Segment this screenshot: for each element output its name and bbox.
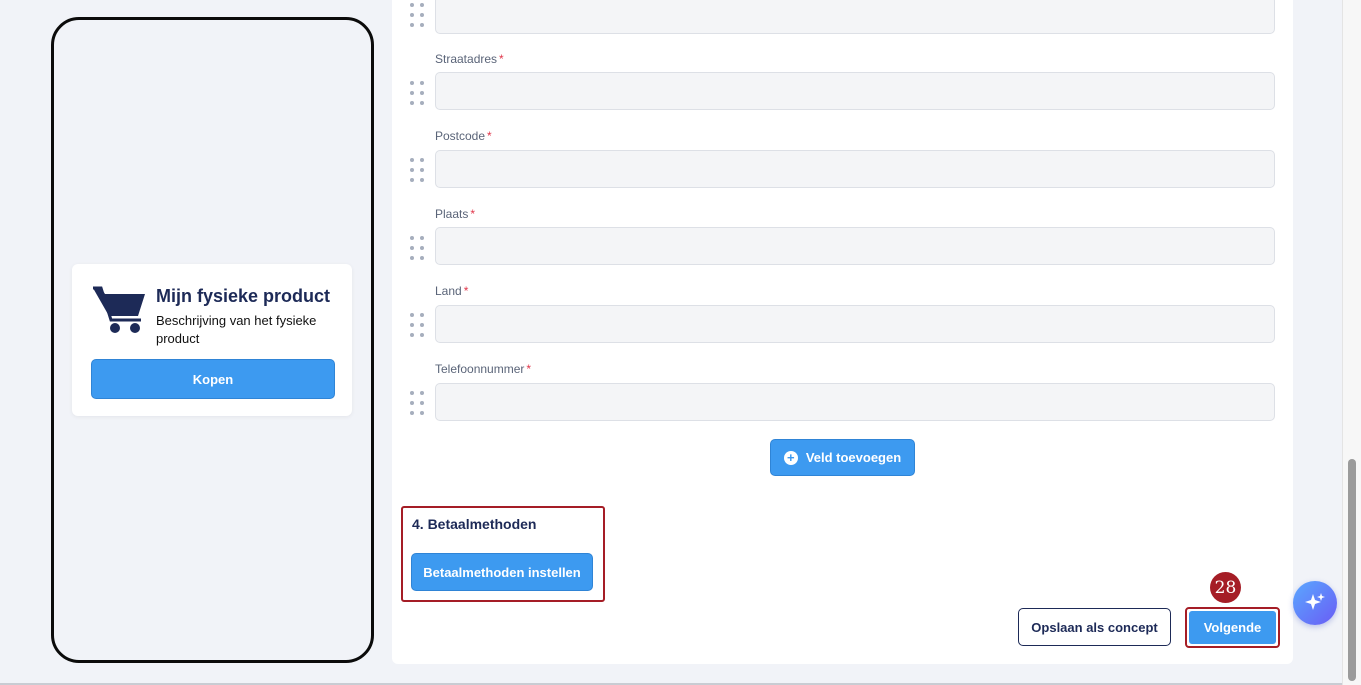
add-field-button[interactable]: + Veld toevoegen — [770, 439, 915, 476]
setup-payment-methods-button[interactable]: Betaalmethoden instellen — [411, 553, 593, 591]
field-label-postcode: Postcode * — [435, 129, 492, 143]
product-title: Mijn fysieke product — [156, 286, 331, 306]
vertical-scrollbar[interactable] — [1342, 0, 1361, 685]
ai-assistant-button[interactable] — [1293, 581, 1337, 625]
sparkle-icon — [1305, 593, 1325, 610]
form-panel: Straatadres * Postcode * Plaats * Land * Tel… — [392, 0, 1293, 664]
drag-handle-icon[interactable] — [410, 313, 424, 337]
step-number-badge: 28 — [1210, 572, 1241, 603]
city-input[interactable] — [435, 227, 1275, 265]
save-draft-button[interactable]: Opslaan als concept — [1018, 608, 1171, 646]
form-field-input-previous[interactable] — [435, 0, 1275, 34]
field-label-country: Land * — [435, 284, 469, 298]
field-label-city: Plaats * — [435, 207, 476, 221]
field-label-street: Straatadres * — [435, 52, 504, 66]
country-input[interactable] — [435, 305, 1275, 343]
postcode-input[interactable] — [435, 150, 1275, 188]
drag-handle-icon[interactable] — [410, 391, 424, 415]
scrollbar-thumb[interactable] — [1348, 459, 1356, 681]
add-field-label: Veld toevoegen — [805, 450, 902, 465]
street-input[interactable] — [435, 72, 1275, 110]
product-card: Mijn fysieke product Beschrijving van he… — [72, 264, 352, 416]
drag-handle-icon[interactable] — [410, 81, 424, 105]
plus-circle-icon: + — [783, 450, 798, 465]
drag-handle-icon[interactable] — [410, 3, 424, 27]
next-button[interactable]: Volgende — [1189, 611, 1276, 644]
phone-input[interactable] — [435, 383, 1275, 421]
buy-button[interactable]: Kopen — [91, 359, 335, 399]
payment-section-title: 4. Betaalmethoden — [412, 516, 537, 532]
drag-handle-icon[interactable] — [410, 158, 424, 182]
product-description: Beschrijving van het fysieke product — [156, 313, 317, 346]
field-label-phone: Telefoonnummer * — [435, 362, 532, 376]
next-button-highlight: Volgende — [1185, 607, 1280, 648]
payment-methods-section: 4. Betaalmethoden Betaalmethoden instell… — [401, 506, 605, 602]
drag-handle-icon[interactable] — [410, 236, 424, 260]
shopping-cart-icon — [93, 286, 145, 333]
